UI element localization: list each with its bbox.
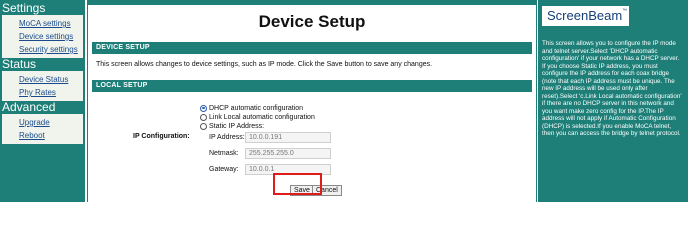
nav-link-upgrade[interactable]: Upgrade	[2, 116, 83, 129]
page-title: Device Setup	[258, 12, 366, 31]
radio-static-ip-control[interactable]	[200, 122, 207, 130]
nav-link-device-status[interactable]: Device Status	[2, 73, 83, 86]
radio-link-local[interactable]: Link Local automatic configuration	[200, 113, 315, 121]
ip-configuration-label: IP Configuration:	[133, 133, 190, 140]
help-panel: ScreenBeam™ This screen allows you to co…	[538, 0, 688, 202]
cancel-button: Cancel	[312, 185, 342, 196]
save-button[interactable]: Save	[290, 185, 314, 196]
sidebar: Settings MoCA settings Device settings S…	[0, 0, 85, 202]
local-setup-header: LOCAL SETUP	[92, 80, 532, 92]
radio-dhcp-control[interactable]	[200, 104, 207, 112]
screenbeam-logo: ScreenBeam™	[542, 6, 629, 26]
nav-section-status: Status	[2, 57, 37, 71]
nav-group-advanced: Upgrade Reboot	[2, 114, 83, 144]
radio-link-local-control[interactable]	[200, 113, 207, 121]
ip-address-label: IP Address:	[209, 134, 245, 141]
nav-link-phy-rates[interactable]: Phy Rates	[2, 86, 83, 99]
logo-trademark: ™	[622, 8, 628, 14]
nav-link-security-settings[interactable]: Security settings	[2, 43, 83, 56]
ip-address-input[interactable]	[245, 132, 331, 143]
main-panel: Device Setup DEVICE SETUP This screen al…	[87, 0, 537, 202]
radio-dhcp[interactable]: DHCP automatic configuration	[200, 104, 303, 112]
radio-link-local-label: Link Local automatic configuration	[209, 113, 315, 121]
radio-static-ip[interactable]: Static IP Address:	[200, 122, 264, 130]
gateway-input[interactable]	[245, 164, 331, 175]
device-setup-header: DEVICE SETUP	[92, 42, 532, 54]
netmask-input[interactable]	[245, 148, 331, 159]
logo-text: ScreenBeam	[547, 8, 623, 23]
netmask-label: Netmask:	[209, 150, 239, 157]
device-setup-description: This screen allows changes to device set…	[96, 61, 433, 68]
help-text: This screen allows you to configure the …	[542, 40, 682, 137]
radio-static-ip-label: Static IP Address:	[209, 122, 265, 130]
nav-link-reboot[interactable]: Reboot	[2, 129, 83, 142]
nav-section-settings: Settings	[2, 1, 46, 15]
nav-link-device-settings[interactable]: Device settings	[2, 30, 83, 43]
nav-section-advanced: Advanced	[2, 100, 56, 114]
radio-dhcp-label: DHCP automatic configuration	[209, 104, 304, 112]
nav-link-moca-settings[interactable]: MoCA settings	[2, 17, 83, 30]
content-area: Device Setup DEVICE SETUP This screen al…	[88, 5, 536, 202]
gateway-label: Gateway:	[209, 166, 239, 173]
nav-group-status: Device Status Phy Rates	[2, 71, 83, 101]
nav-group-settings: MoCA settings Device settings Security s…	[2, 15, 83, 58]
